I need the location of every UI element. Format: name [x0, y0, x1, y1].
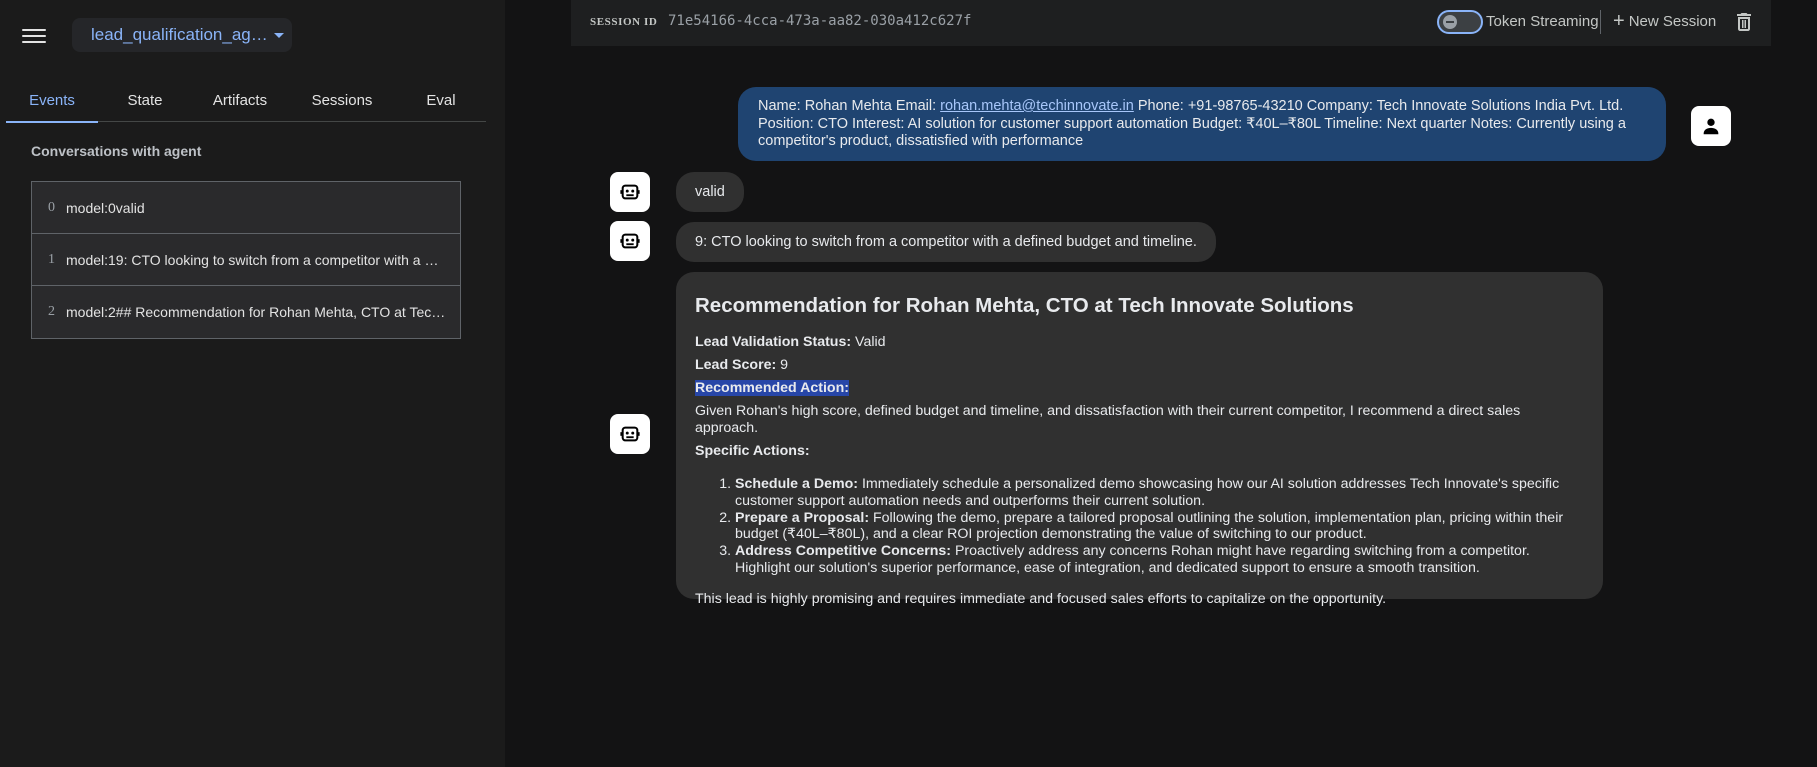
specific-actions-heading: Specific Actions:: [695, 443, 1584, 460]
robot-icon: [620, 426, 640, 442]
bot-message: valid: [676, 172, 744, 212]
bot-avatar: [610, 221, 650, 261]
recommended-action-heading: Recommended Action:: [695, 380, 1584, 397]
bot-avatar: [610, 414, 650, 454]
recommended-action-label: Recommended Action:: [695, 380, 849, 396]
action-text: Immediately schedule a personalized demo…: [735, 476, 1560, 509]
tab-eval[interactable]: Eval: [396, 78, 486, 122]
bot-message: 9: CTO looking to switch from a competit…: [676, 222, 1216, 262]
recommended-action-text: Given Rohan's high score, defined budget…: [695, 403, 1521, 436]
score-value: 9: [776, 357, 789, 373]
conversations-title: Conversations with agent: [31, 143, 202, 159]
session-id-label: SESSION ID: [590, 16, 658, 28]
sidebar-tabs: Events State Artifacts Sessions Eval: [6, 78, 486, 123]
app-selector-label: lead_qualification_ag…: [91, 25, 268, 44]
tab-events[interactable]: Events: [6, 78, 98, 123]
user-message: Name: Rohan Mehta Email: rohan.mehta@tec…: [738, 87, 1666, 161]
conversation-text: model:2## Recommendation for Rohan Mehta…: [66, 304, 446, 320]
specific-actions-label: Specific Actions:: [695, 443, 810, 459]
conversation-index: 0: [48, 199, 55, 215]
action-title: Schedule a Demo:: [735, 476, 858, 492]
conversation-text: model:19: CTO looking to switch from a c…: [66, 251, 446, 268]
conversation-index: 1: [48, 251, 55, 267]
token-streaming-toggle[interactable]: [1437, 10, 1483, 34]
new-session-button[interactable]: + New Session: [1613, 10, 1717, 32]
tab-artifacts[interactable]: Artifacts: [192, 78, 288, 122]
new-session-label: New Session: [1628, 13, 1717, 30]
person-icon: [1703, 118, 1719, 135]
session-id-value: 71e54166-4cca-473a-aa82-030a412c627f: [668, 13, 972, 29]
closing-text: This lead is highly promising and requir…: [695, 590, 1387, 607]
status-value: Valid: [851, 334, 886, 350]
user-avatar: [1691, 106, 1731, 146]
trash-icon[interactable]: [1732, 10, 1756, 34]
robot-icon: [620, 233, 640, 249]
conversation-item[interactable]: 0 model:0valid: [32, 182, 460, 234]
action-item: Address Competitive Concerns: Proactivel…: [735, 543, 1584, 577]
conversation-index: 2: [48, 304, 55, 319]
caret-down-icon: [273, 32, 284, 38]
robot-icon: [620, 184, 640, 200]
tab-sessions[interactable]: Sessions: [288, 78, 396, 122]
tab-state[interactable]: State: [98, 78, 192, 122]
specific-actions-list: Schedule a Demo: Immediately schedule a …: [695, 476, 1584, 577]
conversation-list: 0 model:0valid 1 model:19: CTO looking t…: [31, 181, 461, 339]
status-label: Lead Validation Status:: [695, 334, 852, 350]
recommendation-title: Recommendation for Rohan Mehta, CTO at T…: [695, 294, 1354, 317]
recommendation-message: Recommendation for Rohan Mehta, CTO at T…: [676, 272, 1603, 607]
app-selector[interactable]: lead_qualification_ag…: [72, 18, 292, 52]
menu-icon[interactable]: [22, 26, 46, 46]
email-link[interactable]: rohan.mehta@techinnovate.in: [940, 98, 1134, 114]
action-title: Address Competitive Concerns:: [735, 543, 952, 560]
action-item: Prepare a Proposal: Following the demo, …: [735, 510, 1584, 544]
bot-avatar: [610, 172, 650, 212]
toggle-knob: [1443, 15, 1457, 29]
score-label: Lead Score:: [695, 357, 777, 373]
action-title: Prepare a Proposal:: [735, 509, 870, 526]
conversation-text: model:0valid: [66, 199, 145, 216]
validation-status: Lead Validation Status: Valid: [695, 334, 1584, 351]
token-streaming-label: Token Streaming: [1486, 13, 1599, 30]
plus-icon: +: [1613, 10, 1625, 32]
session-toolbar: SESSION ID 71e54166-4cca-473a-aa82-030a4…: [571, 0, 1771, 46]
conversation-item[interactable]: 1 model:19: CTO looking to switch from a…: [32, 234, 460, 286]
toolbar-divider: [1600, 10, 1601, 34]
lead-score: Lead Score: 9: [695, 357, 1584, 374]
user-message-prefix: Name: Rohan Mehta Email:: [758, 98, 941, 114]
sidebar: lead_qualification_ag… Events State Arti…: [0, 0, 505, 767]
conversation-item[interactable]: 2 model:2## Recommendation for Rohan Meh…: [32, 286, 460, 338]
action-item: Schedule a Demo: Immediately schedule a …: [735, 476, 1584, 510]
